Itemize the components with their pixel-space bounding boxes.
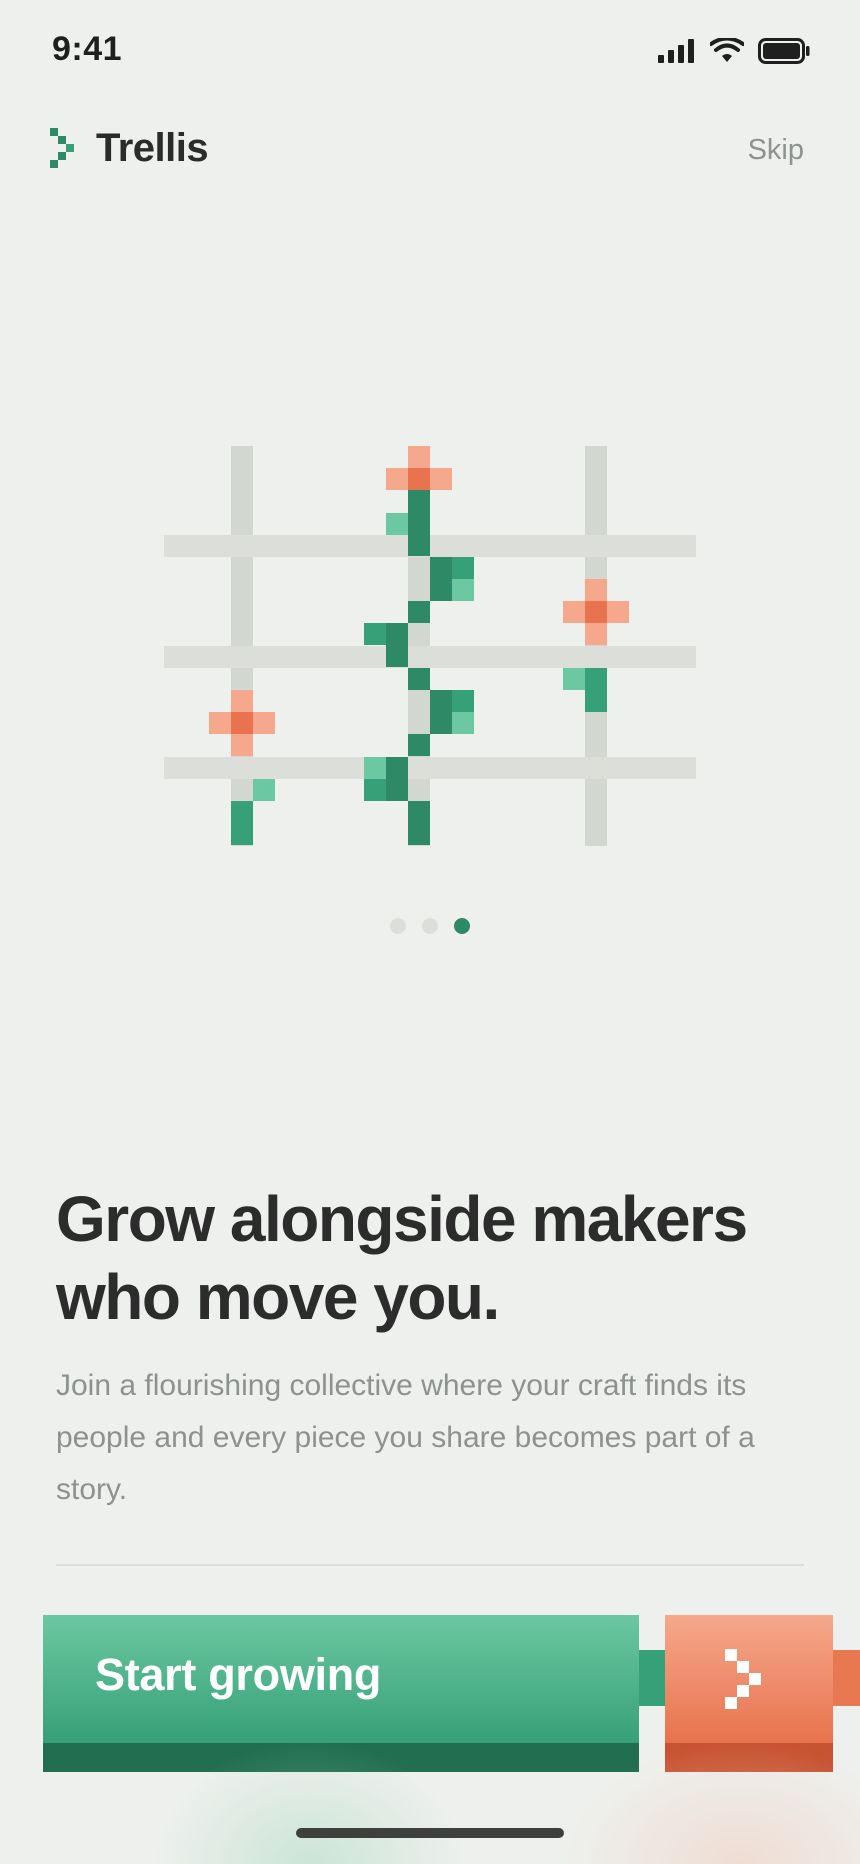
headline: Grow alongside makers who move you. <box>56 1183 748 1333</box>
cta-connector <box>639 1650 665 1706</box>
skip-button[interactable]: Skip <box>748 134 804 167</box>
cta-edge-tab <box>833 1650 860 1706</box>
page-dot-3-active[interactable] <box>454 918 470 934</box>
page-dot-2[interactable] <box>422 918 438 934</box>
status-icons <box>658 38 810 64</box>
wifi-icon <box>710 38 744 62</box>
chevron-right-icon <box>725 1649 761 1709</box>
page-indicator <box>0 918 860 934</box>
logo-icon <box>48 128 80 177</box>
status-time: 9:41 <box>52 30 123 68</box>
home-indicator[interactable] <box>296 1828 564 1838</box>
page-dot-1[interactable] <box>390 918 406 934</box>
cta-label: Start growing <box>95 1649 382 1700</box>
app-name: Trellis <box>96 126 209 170</box>
signal-icon <box>658 39 694 63</box>
divider <box>56 1564 804 1566</box>
bottom-glow-green <box>150 1740 470 1864</box>
subheadline: Join a flourishing collective where your… <box>56 1369 755 1506</box>
bottom-glow-coral <box>560 1740 860 1864</box>
battery-icon <box>758 38 810 64</box>
